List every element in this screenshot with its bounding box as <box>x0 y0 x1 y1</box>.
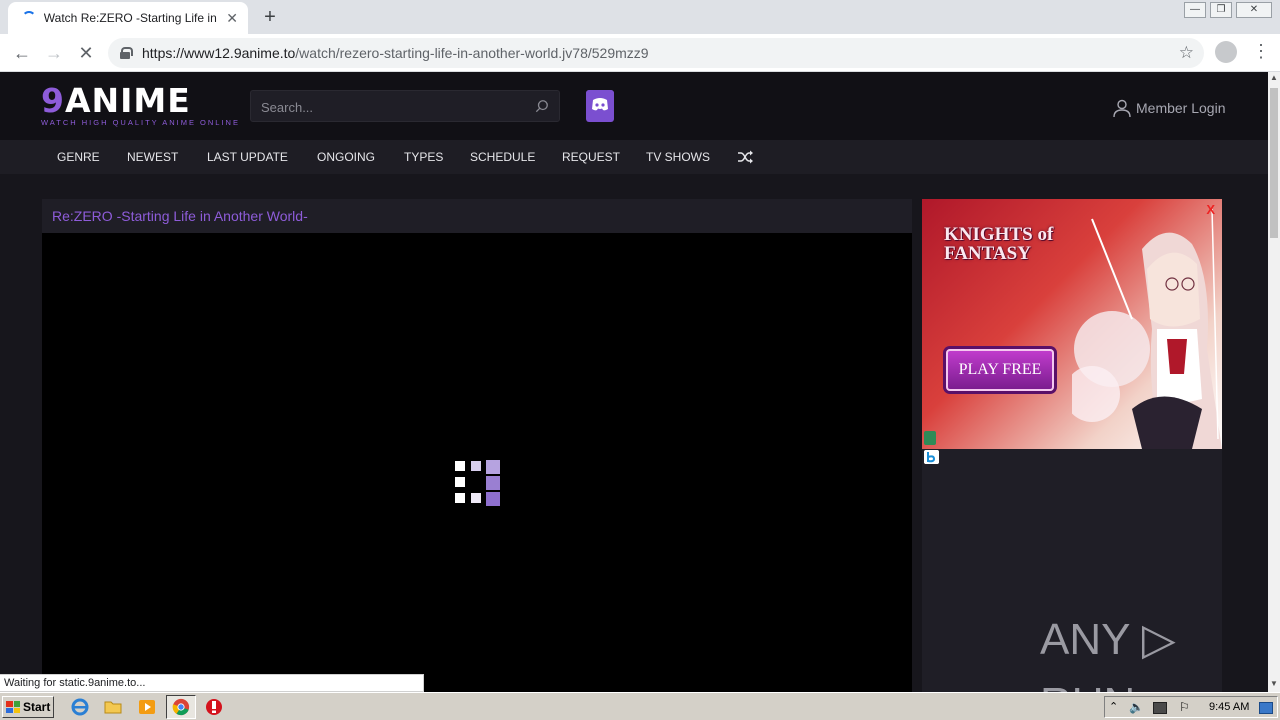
nav-types[interactable]: TYPES <box>404 140 443 174</box>
scroll-down-arrow-icon[interactable]: ▼ <box>1268 678 1280 690</box>
discord-icon[interactable] <box>586 90 614 122</box>
nav-genre[interactable]: GENRE <box>57 140 100 174</box>
search-icon[interactable] <box>535 99 549 113</box>
chrome-taskbar-button[interactable] <box>166 695 196 719</box>
media-player-icon[interactable] <box>137 697 157 717</box>
logo-tagline: WATCH HIGH QUALITY ANIME ONLINE <box>41 118 240 127</box>
bookmark-star-icon[interactable]: ☆ <box>1179 43 1194 63</box>
ad-game-title: KNIGHTS of FANTASY <box>944 225 1053 263</box>
adchoices-icon[interactable] <box>924 450 939 464</box>
action-center-flag-icon[interactable]: ⚐ <box>1179 700 1193 714</box>
window-close-button[interactable]: ✕ <box>1236 2 1272 18</box>
browser-tabstrip: Watch Re:ZERO -Starting Life in Another … <box>0 0 1280 34</box>
file-explorer-icon[interactable] <box>103 697 123 717</box>
window-restore-button[interactable]: ❐ <box>1210 2 1232 18</box>
back-button[interactable]: ← <box>10 41 34 65</box>
anime-title: Re:ZERO -Starting Life in Another World- <box>52 208 308 224</box>
chrome-icon <box>172 698 190 716</box>
site-header: 9ANIME WATCH HIGH QUALITY ANIME ONLINE M… <box>0 72 1268 140</box>
site-nav: GENRE NEWEST LAST UPDATE ONGOING TYPES S… <box>0 140 1268 174</box>
profile-avatar-icon[interactable] <box>1215 41 1237 63</box>
url-path: /watch/rezero-starting-life-in-another-w… <box>295 45 649 61</box>
window-minimize-button[interactable]: — <box>1184 2 1206 18</box>
stop-loading-button[interactable]: ✕ <box>74 41 98 65</box>
nav-tv-shows[interactable]: TV SHOWS <box>646 140 710 174</box>
forward-button[interactable]: → <box>42 41 66 65</box>
scroll-up-arrow-icon[interactable]: ▲ <box>1268 72 1280 84</box>
logo-nine: 9 <box>41 81 65 120</box>
windows-taskbar: Start ⌃ 🔈 ⚐ 9:45 AM <box>0 692 1280 720</box>
member-login-label: Member Login <box>1136 100 1226 116</box>
network-icon[interactable] <box>1153 702 1167 714</box>
volume-icon[interactable]: 🔈 <box>1129 700 1144 714</box>
scroll-thumb[interactable] <box>1270 88 1278 238</box>
address-bar[interactable]: https://www12.9anime.to/watch/rezero-sta… <box>108 38 1204 68</box>
ad-play-free-button[interactable]: PLAY FREE <box>946 349 1054 391</box>
ad-banner[interactable]: KNIGHTS of FANTASY PLAY FREE X <box>922 199 1222 449</box>
logo-word: ANIME <box>64 81 191 120</box>
browser-menu-icon[interactable]: ⋮ <box>1252 41 1270 62</box>
lock-icon <box>120 47 133 59</box>
ad-game-title-line1: KNIGHTS of <box>944 224 1054 245</box>
ad-info-icon[interactable] <box>924 431 936 445</box>
user-icon <box>1113 99 1131 118</box>
browser-tab[interactable]: Watch Re:ZERO -Starting Life in Another … <box>8 2 248 34</box>
start-label: Start <box>23 700 51 714</box>
loading-spinner-icon <box>22 11 36 25</box>
browser-status-bar: Waiting for static.9anime.to... <box>0 674 424 692</box>
search-input[interactable] <box>261 97 521 117</box>
show-desktop-icon[interactable] <box>1259 702 1273 714</box>
internet-explorer-icon[interactable] <box>70 697 90 717</box>
tab-close-button[interactable]: ✕ <box>226 10 238 27</box>
page-scrollbar[interactable]: ▲ ▼ <box>1268 72 1280 692</box>
url-text[interactable]: https://www12.9anime.to/watch/rezero-sta… <box>142 45 649 61</box>
player-title-bar: Re:ZERO -Starting Life in Another World- <box>42 199 912 233</box>
start-button[interactable]: Start <box>2 696 54 718</box>
ad-character-art <box>1072 209 1222 449</box>
browser-toolbar: ← → ✕ https://www12.9anime.to/watch/reze… <box>0 34 1280 72</box>
opera-icon[interactable] <box>204 697 224 717</box>
nav-request[interactable]: REQUEST <box>562 140 620 174</box>
taskbar-clock[interactable]: 9:45 AM <box>1209 701 1249 713</box>
ad-close-button[interactable]: X <box>1206 202 1215 217</box>
nav-schedule[interactable]: SCHEDULE <box>470 140 535 174</box>
search-box <box>250 90 560 122</box>
url-host: https://www12.9anime.to <box>142 45 296 61</box>
member-login-link[interactable]: Member Login <box>1112 98 1226 118</box>
system-tray: ⌃ 🔈 ⚐ 9:45 AM <box>1104 696 1278 718</box>
anyrun-watermark: ANY ▷ RUN <box>1040 615 1176 720</box>
tab-title: Watch Re:ZERO -Starting Life in Another … <box>43 11 218 25</box>
tray-expand-icon[interactable]: ⌃ <box>1109 700 1123 714</box>
site-logo[interactable]: 9ANIME WATCH HIGH QUALITY ANIME ONLINE <box>41 84 240 127</box>
nav-ongoing[interactable]: ONGOING <box>317 140 375 174</box>
nav-last-update[interactable]: LAST UPDATE <box>207 140 288 174</box>
video-player[interactable]: Re:ZERO -Starting Life in Another World- <box>42 199 912 692</box>
video-loading-icon <box>455 460 501 507</box>
windows-logo-icon <box>6 701 20 713</box>
nav-newest[interactable]: NEWEST <box>127 140 178 174</box>
shuffle-icon[interactable] <box>737 150 753 164</box>
ad-game-title-line2: FANTASY <box>944 243 1031 264</box>
new-tab-button[interactable]: + <box>260 6 280 28</box>
